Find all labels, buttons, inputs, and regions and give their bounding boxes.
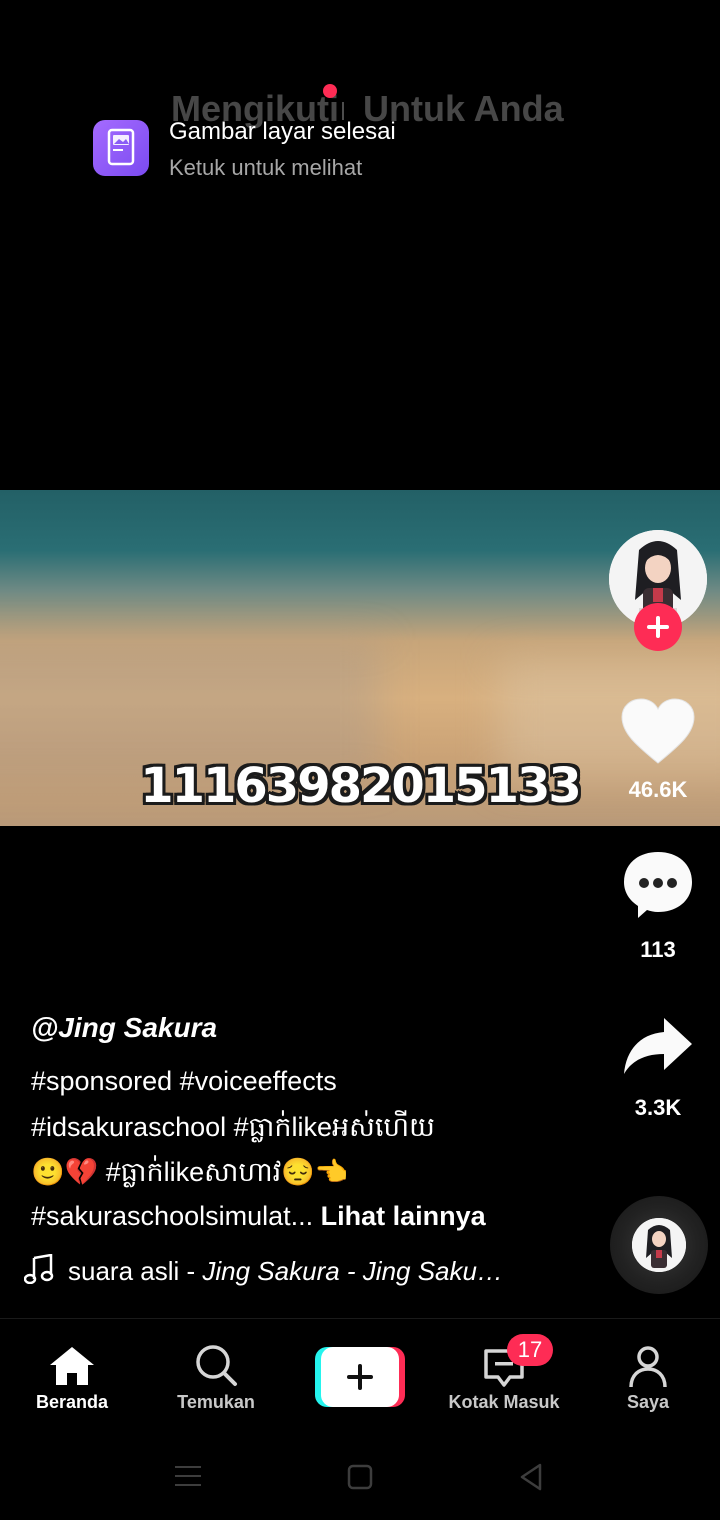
home-icon xyxy=(50,1347,94,1385)
music-artist: Jing Sakura - Jing Saku… xyxy=(202,1256,503,1286)
share-icon[interactable] xyxy=(620,1016,696,1081)
menu-icon[interactable] xyxy=(175,1464,201,1488)
comment-count: 113 xyxy=(640,937,676,962)
notification-subtitle[interactable]: Ketuk untuk melihat xyxy=(169,155,362,181)
like-count: 46.6K xyxy=(628,777,688,802)
nav-profile-label: Saya xyxy=(626,1392,670,1412)
caption-line: #sponsored #voiceeffects xyxy=(31,1066,337,1096)
nav-profile[interactable]: Saya xyxy=(576,1319,720,1429)
music-disc[interactable] xyxy=(610,1196,708,1294)
caption-line: #sakuraschoolsimulat... Lihat lainnya xyxy=(31,1201,486,1232)
search-icon xyxy=(196,1345,237,1386)
bottom-nav: Beranda Temukan Kotak Masuk Saya xyxy=(0,1318,720,1429)
notification-title[interactable]: Gambar layar selesai xyxy=(169,118,396,146)
plus-icon xyxy=(347,1364,373,1390)
video-frame[interactable]: 11163982015133 xyxy=(0,490,720,826)
profile-icon xyxy=(629,1346,667,1388)
nav-home-label: Beranda xyxy=(35,1392,109,1412)
back-triangle-icon[interactable] xyxy=(518,1462,544,1492)
system-nav-bar xyxy=(0,1428,720,1520)
music-prefix: suara asli - xyxy=(68,1256,203,1286)
follow-plus-button[interactable] xyxy=(634,603,682,651)
caption-line: #idsakuraschool #ធ្លាក់likeអស់ហើយ xyxy=(31,1112,435,1142)
home-square-icon[interactable] xyxy=(347,1464,373,1490)
caption-line: 🙂💔 #ធ្លាក់likeសាហាវ😔👈 xyxy=(31,1157,349,1187)
music-disc-avatar xyxy=(632,1218,686,1272)
caption-hashtag-text: #sakuraschoolsimulat... xyxy=(31,1201,314,1231)
plus-button-face xyxy=(321,1347,399,1407)
music-track[interactable]: suara asli - Jing Sakura - Jing Saku… xyxy=(68,1256,503,1287)
nav-home[interactable]: Beranda xyxy=(0,1319,144,1429)
share-count: 3.3K xyxy=(634,1095,682,1120)
nav-discover[interactable]: Temukan xyxy=(144,1319,288,1429)
music-note-icon xyxy=(23,1253,54,1289)
inbox-badge: 17 xyxy=(507,1334,553,1366)
see-more-link[interactable]: Lihat lainnya xyxy=(321,1201,486,1231)
nav-inbox[interactable]: Kotak Masuk xyxy=(432,1319,576,1429)
following-new-dot xyxy=(323,84,337,98)
nav-discover-label: Temukan xyxy=(177,1392,255,1412)
nav-inbox-label: Kotak Masuk xyxy=(448,1392,560,1412)
create-video-button[interactable] xyxy=(315,1347,405,1407)
heart-icon[interactable] xyxy=(620,697,696,770)
creator-username[interactable]: @Jing Sakura xyxy=(31,1012,217,1044)
comment-icon[interactable] xyxy=(620,850,696,927)
screenshot-icon[interactable] xyxy=(93,120,149,176)
